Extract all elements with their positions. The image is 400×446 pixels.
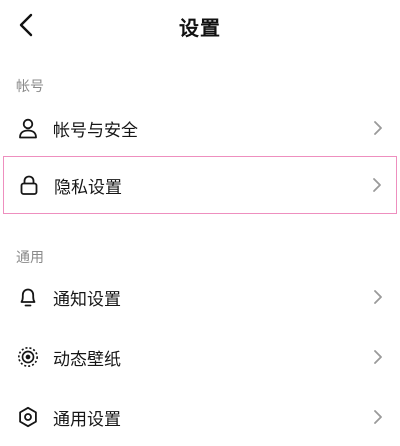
section-label-general: 通用 [16,250,44,266]
lock-icon [18,174,40,196]
settings-item-live-wallpaper[interactable]: 动态壁纸 [0,328,400,386]
settings-item-privacy[interactable]: 隐私设置 [3,156,397,214]
settings-item-label: 通用设置 [53,409,121,430]
person-icon [17,117,39,139]
chevron-right-icon [372,120,384,136]
gear-icon [17,406,39,428]
chevron-right-icon [372,289,384,305]
chevron-right-icon [371,177,383,193]
settings-item-label: 通知设置 [53,289,121,310]
section-label-account: 帐号 [16,79,44,95]
bell-icon [17,286,39,308]
live-wallpaper-icon [17,346,39,368]
settings-item-account-security[interactable]: 帐号与安全 [0,99,400,157]
chevron-right-icon [372,409,384,425]
chevron-right-icon [372,349,384,365]
settings-item-label: 动态壁纸 [53,349,121,370]
page-title: 设置 [179,16,221,40]
settings-item-label: 帐号与安全 [53,120,138,141]
settings-item-label: 隐私设置 [54,177,122,198]
settings-item-general[interactable]: 通用设置 [0,388,400,446]
header-bar: 设置 [0,0,400,52]
settings-item-notifications[interactable]: 通知设置 [0,268,400,326]
